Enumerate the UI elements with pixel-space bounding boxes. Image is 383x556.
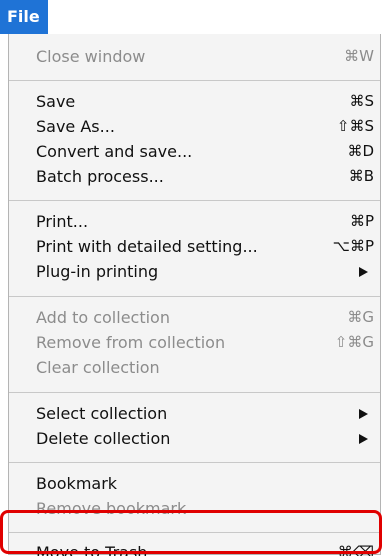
menu-item-close-window[interactable]: Close window ⌘W (36, 43, 374, 70)
triangle-right-icon (359, 409, 368, 419)
menu-item-label: Close window (36, 47, 146, 66)
menu-item-shortcut: ⌘W (344, 47, 374, 65)
menu-item-label: Print... (36, 212, 89, 231)
menu-item-label: Select collection (36, 404, 168, 423)
menu-item-delete-collection[interactable]: Delete collection (36, 425, 374, 452)
menu-item-save[interactable]: Save ⌘S (36, 88, 374, 115)
menu-item-shortcut: ⇧⌘S (336, 117, 374, 135)
menu-item-label: Add to collection (36, 308, 170, 327)
menu-separator (9, 296, 380, 297)
menu-item-remove-from-collection[interactable]: Remove from collection ⇧⌘G (36, 329, 374, 356)
menu-item-label: Save As... (36, 117, 115, 136)
menu-item-label: Delete collection (36, 429, 171, 448)
triangle-right-icon (359, 267, 368, 277)
menu-item-batch-process[interactable]: Batch process... ⌘B (36, 163, 374, 190)
menu-item-shortcut: ⌘D (347, 142, 374, 160)
menu-item-label: Batch process... (36, 167, 164, 186)
file-menu-title[interactable]: File (0, 0, 48, 34)
menu-item-shortcut: ⌥⌘P (332, 237, 374, 255)
triangle-right-icon (359, 434, 368, 444)
menu-item-label: Remove from collection (36, 333, 226, 352)
highlight-ring (0, 510, 382, 554)
menu-item-add-to-collection[interactable]: Add to collection ⌘G (36, 304, 374, 331)
menu-item-plug-in-printing[interactable]: Plug-in printing (36, 258, 374, 285)
menu-item-shortcut: ⇧⌘G (334, 333, 374, 351)
menu-separator (9, 462, 380, 463)
menu-item-label: Convert and save... (36, 142, 193, 161)
menu-item-print-detailed[interactable]: Print with detailed setting... ⌥⌘P (36, 233, 374, 260)
menu-item-label: Print with detailed setting... (36, 237, 258, 256)
menu-item-label: Bookmark (36, 474, 118, 493)
menu-item-clear-collection[interactable]: Clear collection (36, 354, 374, 381)
menu-item-shortcut: ⌘G (347, 308, 374, 326)
menu-item-shortcut: ⌘B (348, 167, 374, 185)
file-menu: Close window ⌘W Save ⌘S Save As... ⇧⌘S C… (8, 34, 381, 556)
menu-separator (9, 392, 380, 393)
menu-separator (9, 80, 380, 81)
menu-item-shortcut: ⌘P (349, 212, 374, 230)
menu-item-shortcut: ⌘S (349, 92, 374, 110)
menu-item-convert-and-save[interactable]: Convert and save... ⌘D (36, 138, 374, 165)
menu-item-print[interactable]: Print... ⌘P (36, 208, 374, 235)
menu-separator (9, 200, 380, 201)
menu-item-save-as[interactable]: Save As... ⇧⌘S (36, 113, 374, 140)
menu-item-select-collection[interactable]: Select collection (36, 400, 374, 427)
menu-item-label: Save (36, 92, 76, 111)
menu-item-label: Clear collection (36, 358, 160, 377)
menu-item-bookmark[interactable]: Bookmark (36, 470, 374, 497)
menu-item-label: Plug-in printing (36, 262, 159, 281)
